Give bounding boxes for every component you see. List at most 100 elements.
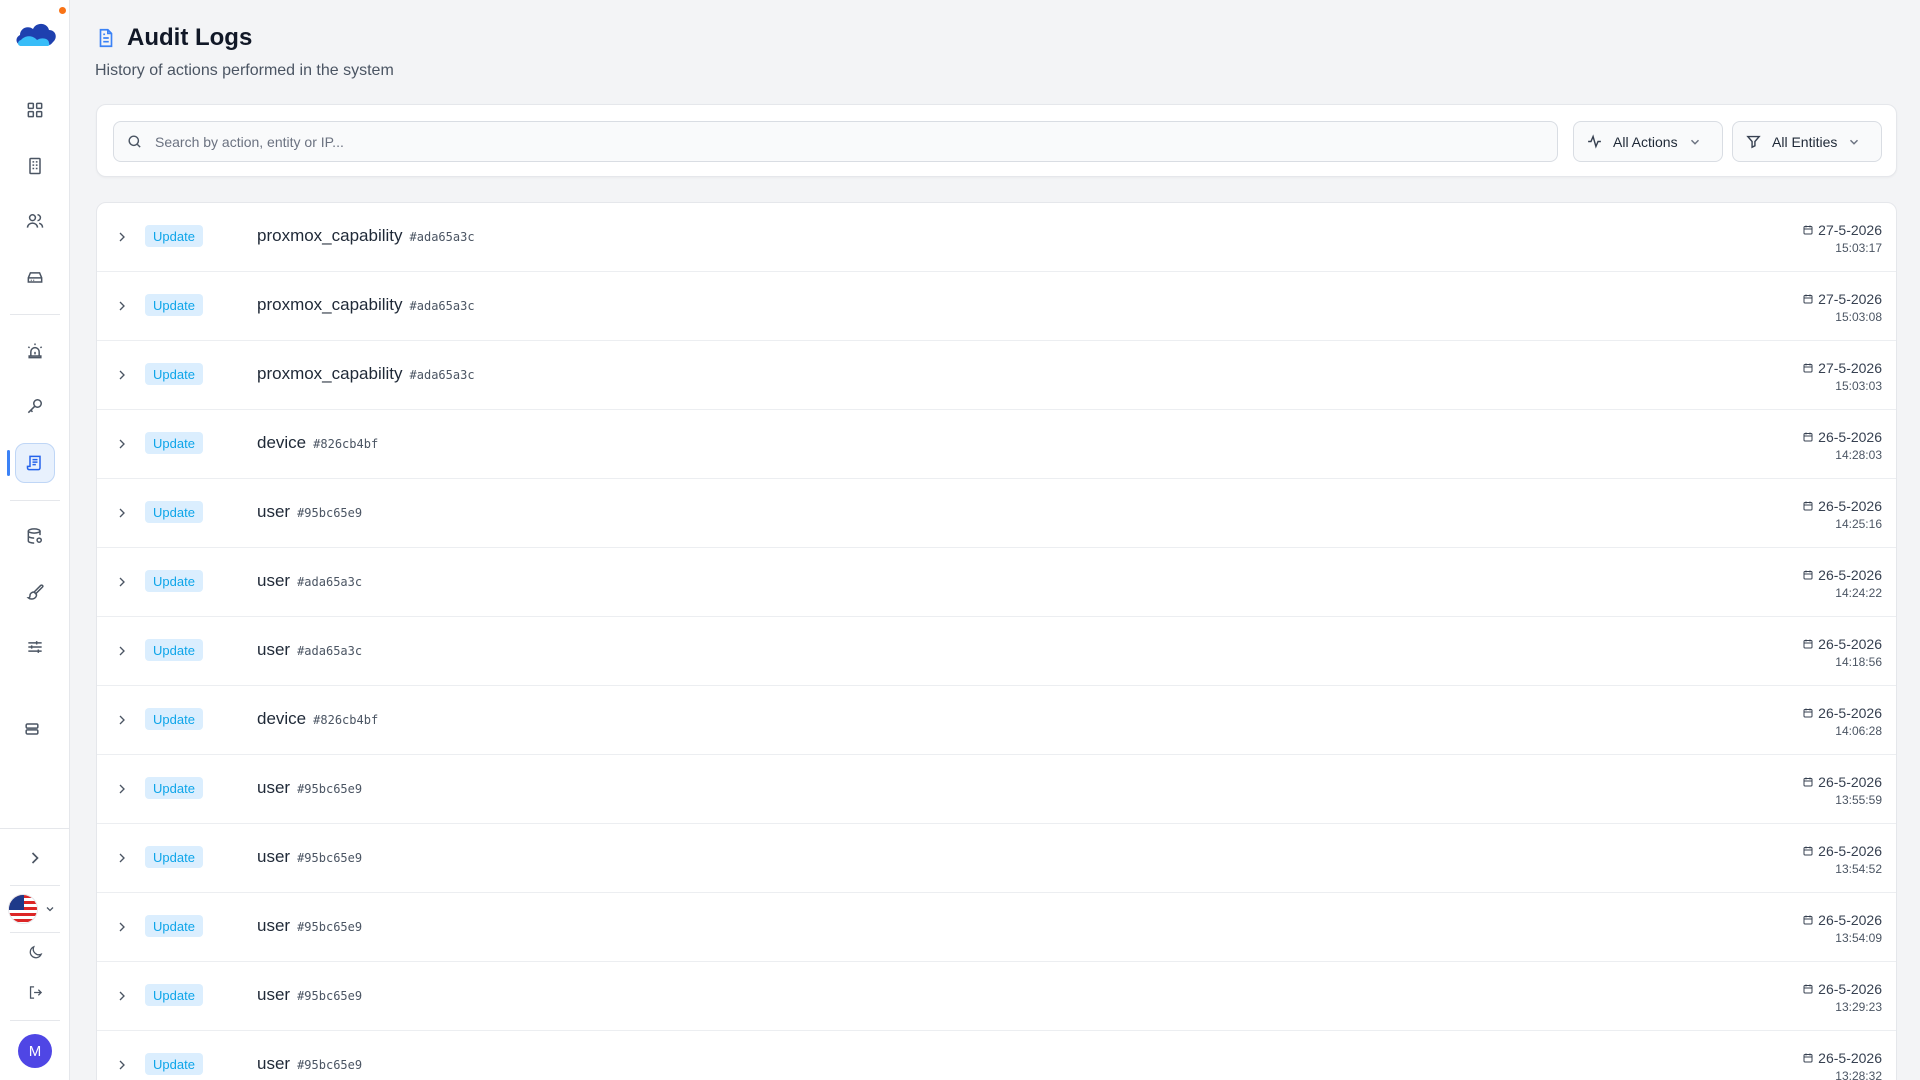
nav-keys[interactable]	[15, 386, 55, 426]
log-row[interactable]: Update device #826cb4bf 26-5-2026 14:28:…	[97, 410, 1896, 479]
date-text: 26-5-2026	[1818, 636, 1882, 652]
calendar-icon	[1803, 984, 1813, 994]
log-row[interactable]: Update device #826cb4bf 26-5-2026 14:06:…	[97, 686, 1896, 755]
entity-info: user #95bc65e9	[257, 985, 362, 1005]
nav-users[interactable]	[15, 201, 55, 241]
log-row[interactable]: Update user #95bc65e9 26-5-2026 13:29:23	[97, 962, 1896, 1031]
chevron-right-icon[interactable]	[114, 574, 130, 590]
timestamp: 27-5-2026 15:03:17	[1802, 222, 1882, 255]
action-badge: Update	[145, 432, 203, 454]
calendar-icon	[1803, 294, 1813, 304]
calendar-icon	[1803, 225, 1813, 235]
action-badge: Update	[145, 294, 203, 316]
calendar-icon	[1803, 639, 1813, 649]
chevron-right-icon[interactable]	[114, 643, 130, 659]
action-badge: Update	[145, 777, 203, 799]
time-text: 13:54:09	[1835, 931, 1882, 945]
chevron-down-icon	[1690, 139, 1699, 145]
entity-name: proxmox_capability	[257, 226, 403, 245]
paintbrush-icon	[26, 584, 44, 600]
timestamp: 26-5-2026 13:28:32	[1802, 1050, 1882, 1080]
calendar-icon	[1803, 432, 1813, 442]
entity-id: #ada65a3c	[297, 644, 363, 658]
server-icon	[25, 723, 39, 735]
chevron-right-icon[interactable]	[114, 436, 130, 452]
log-row[interactable]: Update user #95bc65e9 26-5-2026 14:25:16	[97, 479, 1896, 548]
nav-organizations[interactable]	[15, 146, 55, 186]
chevron-right-icon[interactable]	[114, 712, 130, 728]
log-row[interactable]: Update proxmox_capability #ada65a3c 27-5…	[97, 203, 1896, 272]
date-text: 26-5-2026	[1818, 567, 1882, 583]
entity-info: device #826cb4bf	[257, 433, 378, 453]
log-row[interactable]: Update user #ada65a3c 26-5-2026 14:18:56	[97, 617, 1896, 686]
chevron-right-icon[interactable]	[114, 850, 130, 866]
audit-log-list: Update proxmox_capability #ada65a3c 27-5…	[96, 202, 1897, 1080]
log-row[interactable]: Update user #95bc65e9 26-5-2026 13:55:59	[97, 755, 1896, 824]
theme-toggle-button[interactable]	[15, 932, 55, 972]
search-input[interactable]	[155, 133, 1557, 150]
entity-name: user	[257, 640, 291, 659]
log-row[interactable]: Update user #95bc65e9 26-5-2026 13:28:32	[97, 1031, 1896, 1080]
activity-icon	[1588, 134, 1601, 149]
timestamp-date: 26-5-2026	[1802, 498, 1882, 514]
timestamp-date: 27-5-2026	[1802, 360, 1882, 376]
chevron-right-icon[interactable]	[114, 919, 130, 935]
log-row[interactable]: Update user #ada65a3c 26-5-2026 14:24:22	[97, 548, 1896, 617]
log-row[interactable]: Update user #95bc65e9 26-5-2026 13:54:52	[97, 824, 1896, 893]
sidebar-divider	[10, 1020, 60, 1021]
entity-info: user #ada65a3c	[257, 640, 362, 660]
timestamp: 26-5-2026 13:29:23	[1802, 981, 1882, 1014]
calendar-icon	[1803, 1053, 1813, 1063]
entity-id: #ada65a3c	[409, 368, 475, 382]
timestamp: 26-5-2026 13:55:59	[1802, 774, 1882, 807]
action-badge: Update	[145, 225, 203, 247]
entity-info: user #95bc65e9	[257, 502, 362, 522]
log-row[interactable]: Update user #95bc65e9 26-5-2026 13:54:09	[97, 893, 1896, 962]
chevron-right-icon[interactable]	[114, 298, 130, 314]
entity-name: user	[257, 916, 291, 935]
action-badge: Update	[145, 501, 203, 523]
entity-info: proxmox_capability #ada65a3c	[257, 226, 475, 246]
expand-sidebar-button[interactable]	[15, 838, 55, 878]
entities-filter-select[interactable]: All Entities	[1732, 121, 1882, 162]
entity-name: user	[257, 571, 291, 590]
nav-dashboard[interactable]	[15, 90, 55, 130]
log-row[interactable]: Update proxmox_capability #ada65a3c 27-5…	[97, 341, 1896, 410]
time-text: 13:55:59	[1835, 793, 1882, 807]
date-text: 26-5-2026	[1818, 843, 1882, 859]
cloud-logo-icon[interactable]	[11, 16, 59, 52]
chevron-right-icon[interactable]	[114, 988, 130, 1004]
timestamp: 26-5-2026 13:54:09	[1802, 912, 1882, 945]
chevron-right-icon[interactable]	[114, 229, 130, 245]
nav-database[interactable]	[15, 516, 55, 556]
nav-devices[interactable]	[15, 257, 55, 297]
timestamp-date: 26-5-2026	[1802, 843, 1882, 859]
chevron-right-icon[interactable]	[114, 781, 130, 797]
entity-id: #ada65a3c	[297, 575, 363, 589]
entity-id: #95bc65e9	[297, 851, 363, 865]
language-selector[interactable]	[8, 894, 56, 924]
nav-branding[interactable]	[15, 572, 55, 612]
log-row[interactable]: Update proxmox_capability #ada65a3c 27-5…	[97, 272, 1896, 341]
time-text: 14:24:22	[1835, 586, 1882, 600]
entity-name: user	[257, 847, 291, 866]
search-box[interactable]	[113, 121, 1558, 162]
sidebar-divider	[10, 885, 60, 886]
chevron-right-icon[interactable]	[114, 505, 130, 521]
entity-id: #ada65a3c	[409, 230, 475, 244]
logout-button[interactable]	[15, 972, 55, 1012]
us-flag-icon	[8, 894, 38, 924]
chevron-right-icon[interactable]	[114, 367, 130, 383]
action-badge: Update	[145, 363, 203, 385]
nav-servers[interactable]	[12, 709, 52, 749]
alarm-siren-icon	[27, 343, 43, 359]
actions-filter-select[interactable]: All Actions	[1573, 121, 1723, 162]
nav-audit-logs[interactable]	[15, 443, 55, 483]
avatar[interactable]: M	[18, 1034, 52, 1068]
time-text: 15:03:17	[1835, 241, 1882, 255]
time-text: 15:03:03	[1835, 379, 1882, 393]
chevron-right-icon[interactable]	[114, 1057, 130, 1073]
date-text: 27-5-2026	[1818, 291, 1882, 307]
nav-alarms[interactable]	[15, 331, 55, 371]
nav-settings[interactable]	[15, 627, 55, 667]
